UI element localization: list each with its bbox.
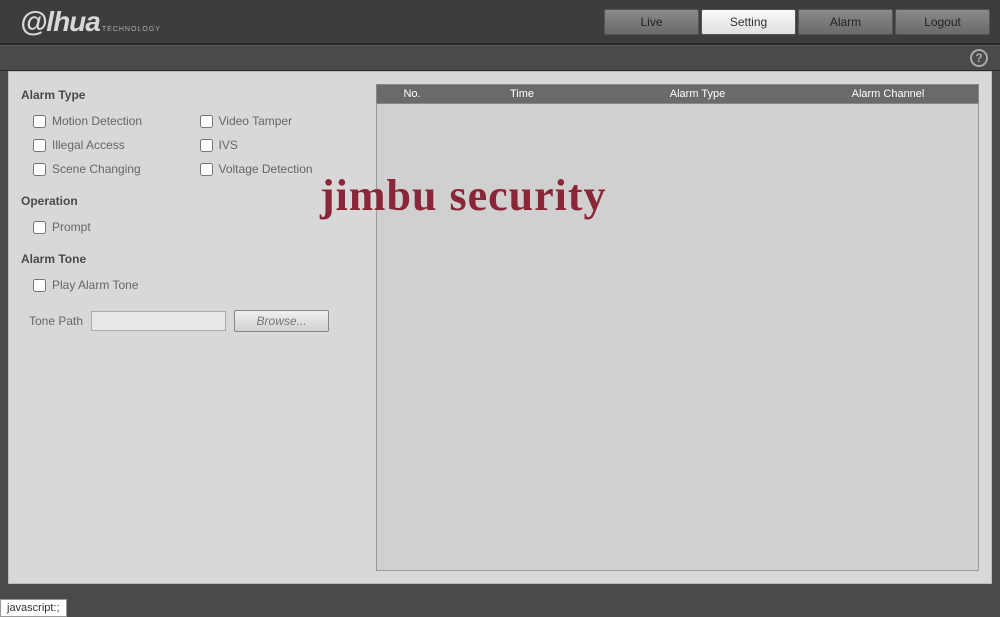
checkbox-video-tamper[interactable]: Video Tamper xyxy=(200,114,367,128)
brand-logo: @lhua TECHNOLOGY xyxy=(20,6,161,38)
section-operation: Operation xyxy=(21,194,366,208)
nav-tab-live[interactable]: Live xyxy=(604,9,699,35)
help-icon[interactable]: ? xyxy=(970,49,988,67)
checkbox-video-tamper-label: Video Tamper xyxy=(219,114,293,128)
section-alarm-type: Alarm Type xyxy=(21,88,366,102)
tone-path-label: Tone Path xyxy=(29,314,83,328)
alarm-table: No. Time Alarm Type Alarm Channel xyxy=(376,84,979,571)
checkbox-voltage-detection[interactable]: Voltage Detection xyxy=(200,162,367,176)
checkbox-play-alarm-tone[interactable]: Play Alarm Tone xyxy=(33,278,366,292)
table-body xyxy=(376,104,979,571)
checkbox-motion-detection[interactable]: Motion Detection xyxy=(33,114,200,128)
checkbox-voltage-detection-label: Voltage Detection xyxy=(219,162,313,176)
checkbox-illegal-access[interactable]: Illegal Access xyxy=(33,138,200,152)
footer-bar xyxy=(0,592,1000,617)
checkbox-illegal-access-label: Illegal Access xyxy=(52,138,125,152)
checkbox-ivs-input[interactable] xyxy=(200,139,213,152)
status-tooltip: javascript:; xyxy=(0,599,67,617)
checkbox-play-alarm-tone-input[interactable] xyxy=(33,279,46,292)
checkbox-scene-changing-input[interactable] xyxy=(33,163,46,176)
checkbox-video-tamper-input[interactable] xyxy=(200,115,213,128)
logo-main: @lhua xyxy=(20,6,100,38)
browse-button[interactable]: Browse... xyxy=(234,310,329,332)
tone-path-input[interactable] xyxy=(91,311,226,331)
checkbox-illegal-access-input[interactable] xyxy=(33,139,46,152)
checkbox-ivs[interactable]: IVS xyxy=(200,138,367,152)
th-no: No. xyxy=(377,88,447,100)
checkbox-play-alarm-tone-label: Play Alarm Tone xyxy=(52,278,139,292)
checkbox-prompt-input[interactable] xyxy=(33,221,46,234)
th-time: Time xyxy=(447,88,597,100)
section-alarm-tone: Alarm Tone xyxy=(21,252,366,266)
th-type: Alarm Type xyxy=(597,88,798,100)
checkbox-scene-changing-label: Scene Changing xyxy=(52,162,141,176)
table-header: No. Time Alarm Type Alarm Channel xyxy=(376,84,979,104)
left-panel: Alarm Type Motion Detection Video Tamper… xyxy=(21,84,366,571)
nav-tab-setting[interactable]: Setting xyxy=(701,9,796,35)
logo-sub: TECHNOLOGY xyxy=(102,26,161,33)
checkbox-prompt-label: Prompt xyxy=(52,220,91,234)
checkbox-ivs-label: IVS xyxy=(219,138,238,152)
checkbox-motion-detection-input[interactable] xyxy=(33,115,46,128)
th-channel: Alarm Channel xyxy=(798,88,978,100)
nav-tab-logout[interactable]: Logout xyxy=(895,9,990,35)
checkbox-motion-detection-label: Motion Detection xyxy=(52,114,142,128)
nav-tab-alarm[interactable]: Alarm xyxy=(798,9,893,35)
checkbox-prompt[interactable]: Prompt xyxy=(33,220,366,234)
content-panel: Alarm Type Motion Detection Video Tamper… xyxy=(8,71,992,584)
nav-tabs: Live Setting Alarm Logout xyxy=(604,9,990,35)
checkbox-scene-changing[interactable]: Scene Changing xyxy=(33,162,200,176)
checkbox-voltage-detection-input[interactable] xyxy=(200,163,213,176)
